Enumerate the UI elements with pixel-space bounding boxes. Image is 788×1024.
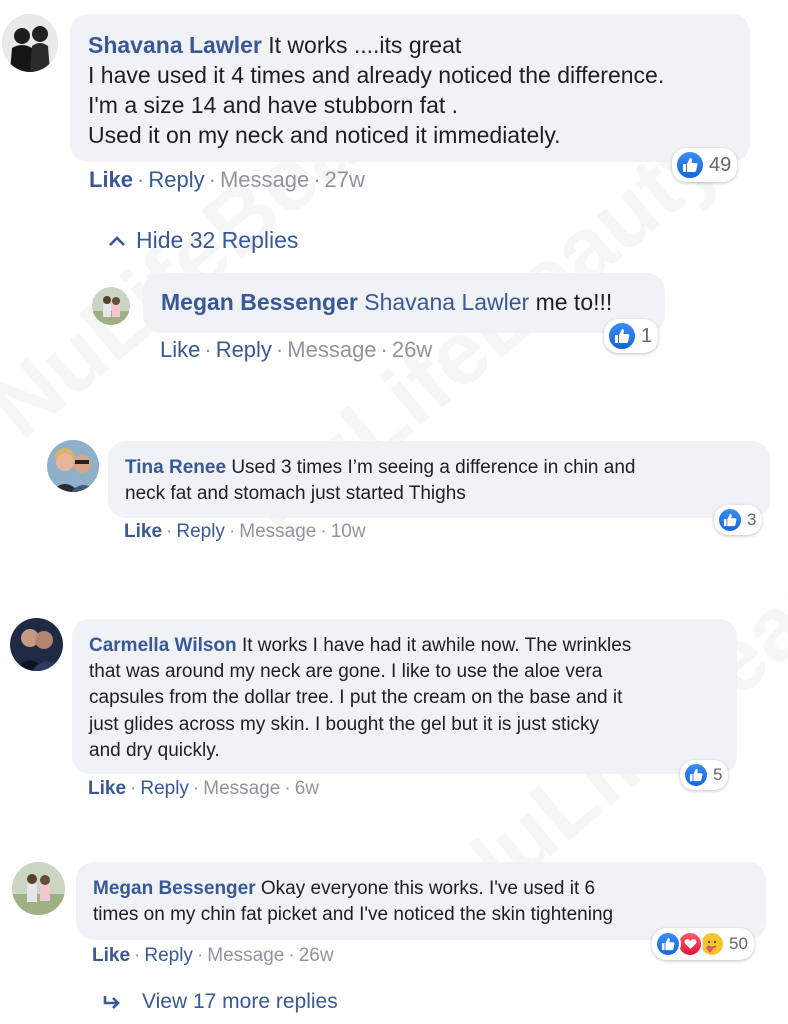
reaction-count: 5 bbox=[713, 765, 723, 784]
comment-timestamp[interactable]: 26w bbox=[392, 337, 432, 362]
reply-button[interactable]: Reply bbox=[140, 778, 189, 799]
like-button[interactable]: Like bbox=[124, 521, 162, 542]
reply-button[interactable]: Reply bbox=[148, 167, 204, 192]
comment-bubble: Carmella Wilson It works I have had it a… bbox=[72, 619, 737, 774]
like-icon bbox=[655, 931, 681, 957]
comment-timestamp[interactable]: 10w bbox=[331, 521, 366, 542]
avatar[interactable] bbox=[12, 862, 65, 915]
mention-link[interactable]: Shavana Lawler bbox=[364, 289, 529, 315]
comment-bubble: Megan Bessenger Shavana Lawler me to!!! bbox=[143, 273, 665, 333]
comment-text-line: I'm a size 14 and have stubborn fat . bbox=[88, 91, 459, 118]
reaction-summary[interactable]: 1 bbox=[604, 319, 659, 353]
comment-timestamp[interactable]: 26w bbox=[299, 945, 334, 966]
reply-arrow-icon bbox=[103, 996, 120, 1009]
reaction-summary[interactable]: 50 bbox=[652, 928, 754, 960]
comment-timestamp[interactable]: 27w bbox=[325, 167, 365, 192]
like-icon bbox=[675, 150, 705, 180]
comment-actions: Like · Reply · Message · 26w bbox=[160, 337, 433, 362]
comment-text-line: Used 3 times I’m seeing a difference in … bbox=[231, 457, 636, 478]
message-button[interactable]: Message bbox=[220, 167, 309, 192]
view-more-replies-button[interactable]: View 17 more replies bbox=[102, 990, 338, 1014]
comment-actions: Like · Reply · Message · 6w bbox=[88, 778, 319, 799]
like-icon bbox=[717, 507, 743, 533]
comment-actions: Like · Reply · Message · 10w bbox=[124, 521, 366, 542]
reaction-count: 49 bbox=[709, 153, 732, 176]
comment-author[interactable]: Megan Bessenger bbox=[161, 289, 358, 315]
comment-text-line: neck fat and stomach just started Thighs bbox=[125, 483, 466, 505]
avatar[interactable] bbox=[10, 618, 63, 671]
like-button[interactable]: Like bbox=[89, 167, 133, 192]
comment-author[interactable]: Shavana Lawler bbox=[88, 32, 262, 58]
comment-text-line: Used it on my neck and noticed it immedi… bbox=[88, 121, 561, 148]
comment-bubble: Shavana Lawler It works ....its great I … bbox=[70, 14, 750, 162]
comment-text: me to!!! bbox=[535, 289, 613, 315]
avatar[interactable] bbox=[47, 440, 99, 492]
like-button[interactable]: Like bbox=[92, 945, 130, 966]
comment-text-line: Okay everyone this works. I've used it 6 bbox=[260, 878, 596, 899]
comment-author[interactable]: Carmella Wilson bbox=[89, 635, 237, 656]
reaction-count: 1 bbox=[641, 324, 653, 347]
comment-actions: Like · Reply · Message · 27w bbox=[89, 167, 365, 192]
reaction-summary[interactable]: 49 bbox=[672, 148, 738, 182]
reaction-summary[interactable]: 3 bbox=[714, 505, 763, 535]
like-button[interactable]: Like bbox=[160, 337, 200, 362]
hide-replies-button[interactable]: Hide 32 Replies bbox=[108, 227, 298, 254]
comment-timestamp[interactable]: 6w bbox=[295, 778, 319, 799]
message-button[interactable]: Message bbox=[207, 945, 284, 966]
comment-text-line: and dry quickly. bbox=[89, 739, 220, 761]
hide-replies-label: Hide 32 Replies bbox=[136, 227, 299, 253]
comment-text-line: It works I have had it awhile now. The w… bbox=[241, 635, 632, 656]
comment-text-line: It works ....its great bbox=[268, 32, 462, 58]
view-more-replies-label: View 17 more replies bbox=[142, 990, 338, 1013]
comment-actions: Like · Reply · Message · 26w bbox=[92, 945, 334, 966]
reply-button[interactable]: Reply bbox=[176, 521, 225, 542]
reaction-count: 3 bbox=[747, 510, 757, 529]
reaction-summary[interactable]: 5 bbox=[680, 760, 729, 790]
message-button[interactable]: Message bbox=[239, 521, 316, 542]
reply-button[interactable]: Reply bbox=[144, 945, 193, 966]
comment-bubble: Tina Renee Used 3 times I’m seeing a dif… bbox=[108, 441, 770, 518]
message-button[interactable]: Message bbox=[287, 337, 376, 362]
comment-text-line: just glides across my skin. I bought the… bbox=[89, 713, 600, 735]
comment-text-line: that was around my neck are gone. I like… bbox=[89, 661, 603, 683]
comment-author[interactable]: Tina Renee bbox=[125, 457, 226, 478]
comment-text-line: times on my chin fat picket and I've not… bbox=[93, 904, 614, 926]
comment-text-line: capsules from the dollar tree. I put the… bbox=[89, 687, 623, 709]
message-button[interactable]: Message bbox=[203, 778, 280, 799]
like-button[interactable]: Like bbox=[88, 778, 126, 799]
avatar[interactable] bbox=[2, 14, 58, 72]
reaction-count: 50 bbox=[729, 934, 748, 953]
like-icon bbox=[607, 321, 637, 351]
like-icon bbox=[683, 762, 709, 788]
comment-author[interactable]: Megan Bessenger bbox=[93, 878, 256, 899]
comment-text-line: I have used it 4 times and already notic… bbox=[88, 61, 665, 88]
chevron-up-icon bbox=[109, 235, 125, 246]
reply-button[interactable]: Reply bbox=[216, 337, 272, 362]
avatar[interactable] bbox=[92, 287, 130, 325]
